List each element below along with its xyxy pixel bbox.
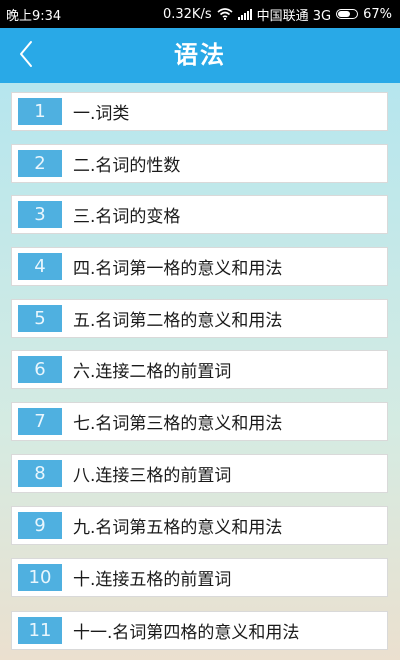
list-item[interactable]: 3 三.名词的变格 [11,195,388,234]
list-item[interactable]: 1 一.词类 [11,92,388,131]
status-bar: 晚上9:34 0.32K/s 中国联通 3G 67% [0,0,400,28]
title-bar: 语法 [0,28,400,83]
item-number: 3 [18,201,62,228]
item-label: 四.名词第一格的意义和用法 [73,259,283,279]
item-label: 七.名词第三格的意义和用法 [73,414,283,434]
item-number: 6 [18,356,62,383]
battery-percent: 67% [363,6,392,22]
item-label: 八.连接三格的前置词 [73,466,232,486]
item-label: 十.连接五格的前置词 [73,570,232,590]
item-number: 7 [18,408,62,435]
wifi-icon [217,8,233,21]
carrier-name: 中国联通 3G [256,8,332,24]
list-item[interactable]: 7 七.名词第三格的意义和用法 [11,402,388,441]
list-item[interactable]: 10 十.连接五格的前置词 [11,558,388,597]
list-item[interactable]: 8 八.连接三格的前置词 [11,454,388,493]
item-label: 二.名词的性数 [73,156,181,176]
back-button[interactable] [4,28,48,83]
battery-icon [336,9,359,19]
item-number: 5 [18,305,62,332]
item-label: 九.名词第五格的意义和用法 [73,518,283,538]
grammar-list: 1 一.词类 2 二.名词的性数 3 三.名词的变格 4 四.名词第一格的意义和… [0,83,400,660]
item-number: 10 [18,564,62,591]
chevron-left-icon [18,40,34,72]
item-label: 三.名词的变格 [73,207,181,227]
item-number: 4 [18,253,62,280]
item-label: 六.连接二格的前置词 [73,362,232,382]
signal-icon [237,8,252,20]
list-item[interactable]: 11 十一.名词第四格的意义和用法 [11,611,388,650]
item-number: 11 [18,617,62,644]
item-number: 2 [18,150,62,177]
network-speed: 0.32K/s [162,6,212,22]
list-item[interactable]: 6 六.连接二格的前置词 [11,350,388,389]
item-label: 五.名词第二格的意义和用法 [73,311,283,331]
item-number: 9 [18,512,62,539]
item-label: 十一.名词第四格的意义和用法 [73,623,300,643]
list-item[interactable]: 2 二.名词的性数 [11,144,388,183]
item-label: 一.词类 [73,104,130,124]
list-item[interactable]: 9 九.名词第五格的意义和用法 [11,506,388,545]
status-time: 晚上9:34 [6,8,62,24]
item-number: 8 [18,460,62,487]
item-number: 1 [18,98,62,125]
list-item[interactable]: 5 五.名词第二格的意义和用法 [11,299,388,338]
list-item[interactable]: 4 四.名词第一格的意义和用法 [11,247,388,286]
page-title: 语法 [174,41,226,69]
status-indicators: 0.32K/s 中国联通 3G 67% [163,5,392,24]
